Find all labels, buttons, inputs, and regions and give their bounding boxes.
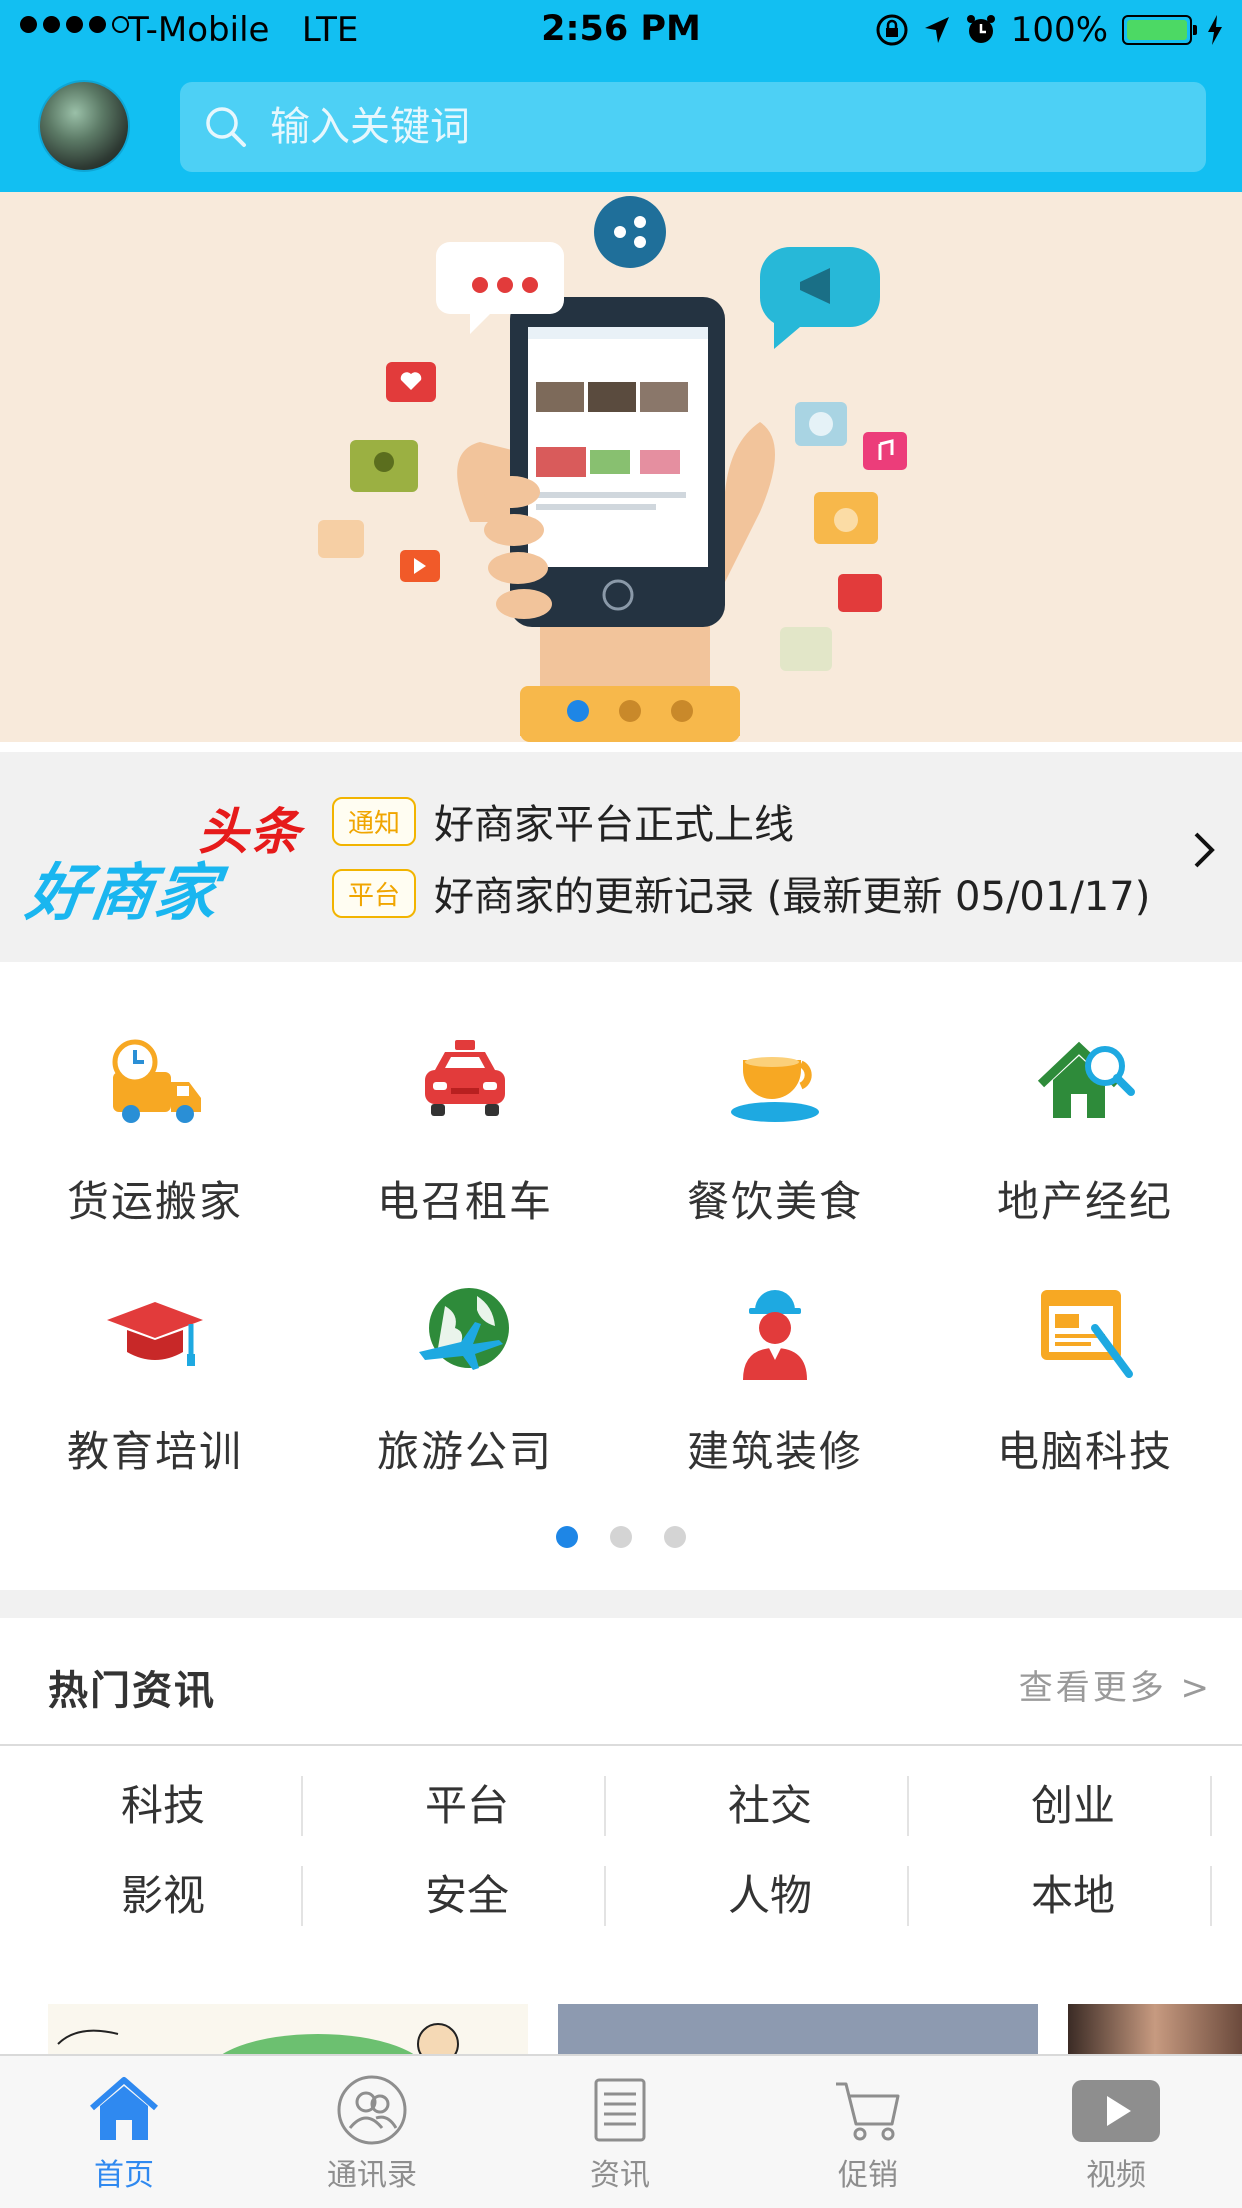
orientation-lock-icon <box>876 14 908 46</box>
home-icon <box>90 2077 158 2140</box>
banner-dot-3[interactable] <box>671 700 693 722</box>
banner-dot-2[interactable] <box>619 700 641 722</box>
battery-icon <box>1122 15 1197 45</box>
tab-contacts[interactable]: 通讯录 <box>248 2056 496 2208</box>
alarm-icon <box>966 15 995 43</box>
category-label: 旅游公司 <box>376 1427 553 1476</box>
category-food[interactable]: 餐饮美食 <box>620 1032 930 1229</box>
shopping-cart-icon <box>836 2082 900 2141</box>
category-page-indicator <box>0 1526 1242 1548</box>
news-tag-local[interactable]: 本地 <box>923 1866 1223 1926</box>
news-thumbnail-portrait[interactable] <box>1068 2004 1242 2054</box>
tag-divider <box>301 1866 303 1926</box>
tab-label: 通讯录 <box>327 2158 417 2193</box>
notice-text: 好商家平台正式上线 <box>434 802 795 848</box>
battery-percent: 100% <box>1010 10 1108 50</box>
category-construction[interactable]: 建筑装修 <box>620 1282 930 1479</box>
category-label: 货运搬家 <box>66 1177 243 1226</box>
category-dot-1[interactable] <box>556 1526 578 1548</box>
category-label: 电脑科技 <box>996 1427 1173 1476</box>
notice-item[interactable]: 平台 好商家的更新记录 (最新更新 05/01/17) <box>332 864 1150 922</box>
category-taxi[interactable]: 电召租车 <box>310 1032 620 1229</box>
tab-label: 资讯 <box>590 2158 650 2193</box>
tag-divider <box>1210 1776 1212 1836</box>
category-label: 教育培训 <box>66 1427 243 1476</box>
tab-label: 首页 <box>94 2158 154 2193</box>
taxi-icon <box>425 1040 505 1116</box>
news-tag-startup[interactable]: 创业 <box>923 1776 1223 1836</box>
notice-tag: 平台 <box>332 868 417 918</box>
view-more-link[interactable]: 查看更多 > <box>1019 1660 1212 1709</box>
headline-notice-bar[interactable]: 头条 好商家 通知 好商家平台正式上线 平台 好商家的更新记录 (最新更新 05… <box>0 752 1242 962</box>
news-category-tags: 科技 平台 社交 创业 影视 安全 人物 本地 <box>0 1746 1242 1986</box>
location-arrow-icon <box>924 17 949 43</box>
promo-banner-carousel[interactable] <box>0 192 1242 742</box>
brand-logo-text: 好商家 <box>22 856 225 929</box>
news-tag-people[interactable]: 人物 <box>620 1866 920 1926</box>
news-document-icon <box>594 2078 646 2142</box>
hot-news-title: 热门资讯 <box>48 1668 216 1714</box>
tag-divider <box>1210 1866 1212 1926</box>
tab-video[interactable]: 视频 <box>992 2056 1240 2208</box>
tab-home[interactable]: 首页 <box>0 2056 248 2208</box>
notice-item[interactable]: 通知 好商家平台正式上线 <box>332 792 794 850</box>
notice-tag: 通知 <box>332 796 417 846</box>
news-thumbnail-strip <box>0 1986 1242 2054</box>
tag-divider <box>301 1776 303 1836</box>
coffee-cup-icon <box>731 1057 819 1122</box>
computer-screen-icon <box>1041 1290 1133 1378</box>
user-avatar[interactable] <box>38 80 130 172</box>
phone-in-hand-illustration <box>318 196 907 742</box>
tab-label: 视频 <box>1086 2158 1146 2193</box>
top-navigation-bar <box>0 62 1242 192</box>
search-icon <box>206 107 246 147</box>
category-label: 地产经纪 <box>996 1177 1173 1226</box>
video-play-icon <box>1072 2080 1160 2142</box>
globe-airplane-icon <box>419 1288 509 1370</box>
section-divider <box>0 1590 1242 1618</box>
hot-news-header: 热门资讯 查看更多 > <box>0 1618 1242 1746</box>
status-right: 100% <box>875 10 1224 50</box>
category-dot-2[interactable] <box>610 1526 632 1548</box>
news-tag-film[interactable]: 影视 <box>13 1866 313 1926</box>
banner-dot-1[interactable] <box>567 700 589 722</box>
status-bar: T-Mobile LTE 2:56 PM 100% <box>0 0 1242 62</box>
category-label: 电召租车 <box>376 1177 553 1226</box>
truck-icon <box>112 1039 201 1123</box>
category-label: 餐饮美食 <box>686 1177 863 1226</box>
news-tag-security[interactable]: 安全 <box>317 1866 617 1926</box>
category-computer-tech[interactable]: 电脑科技 <box>930 1282 1240 1479</box>
construction-worker-icon <box>743 1290 807 1380</box>
banner-page-indicator <box>520 686 740 736</box>
tag-divider <box>604 1866 606 1926</box>
category-freight-moving[interactable]: 货运搬家 <box>0 1032 310 1229</box>
news-tag-tech[interactable]: 科技 <box>13 1776 313 1836</box>
graduation-cap-icon <box>107 1302 203 1366</box>
search-input[interactable] <box>270 104 1170 150</box>
house-search-icon <box>1037 1041 1135 1118</box>
tab-promotions[interactable]: 促销 <box>744 2056 992 2208</box>
news-tag-social[interactable]: 社交 <box>620 1776 920 1836</box>
category-dot-3[interactable] <box>664 1526 686 1548</box>
tag-divider <box>907 1776 909 1836</box>
contacts-icon <box>337 2075 407 2145</box>
tag-divider <box>604 1776 606 1836</box>
tab-news[interactable]: 资讯 <box>496 2056 744 2208</box>
search-bar[interactable] <box>180 82 1206 172</box>
chevron-right-icon[interactable] <box>1192 830 1216 870</box>
bottom-tab-bar: 首页 通讯录 资讯 促销 视频 <box>0 2054 1242 2208</box>
category-travel[interactable]: 旅游公司 <box>310 1282 620 1479</box>
tab-label: 促销 <box>838 2158 898 2193</box>
charging-bolt-icon <box>1208 15 1222 45</box>
category-real-estate[interactable]: 地产经纪 <box>930 1032 1240 1229</box>
category-grid: 货运搬家 电召租车 餐饮美食 地产经纪 教育培训 旅游公司 建筑装修 电脑科技 <box>0 962 1242 1590</box>
news-thumbnail-photo[interactable] <box>558 2004 1038 2054</box>
notice-text: 好商家的更新记录 (最新更新 05/01/17) <box>434 874 1151 920</box>
category-label: 建筑装修 <box>686 1427 863 1476</box>
news-thumbnail-cartoon[interactable] <box>48 2004 528 2054</box>
category-education[interactable]: 教育培训 <box>0 1282 310 1479</box>
news-tag-platform[interactable]: 平台 <box>317 1776 617 1836</box>
tag-divider <box>907 1866 909 1926</box>
